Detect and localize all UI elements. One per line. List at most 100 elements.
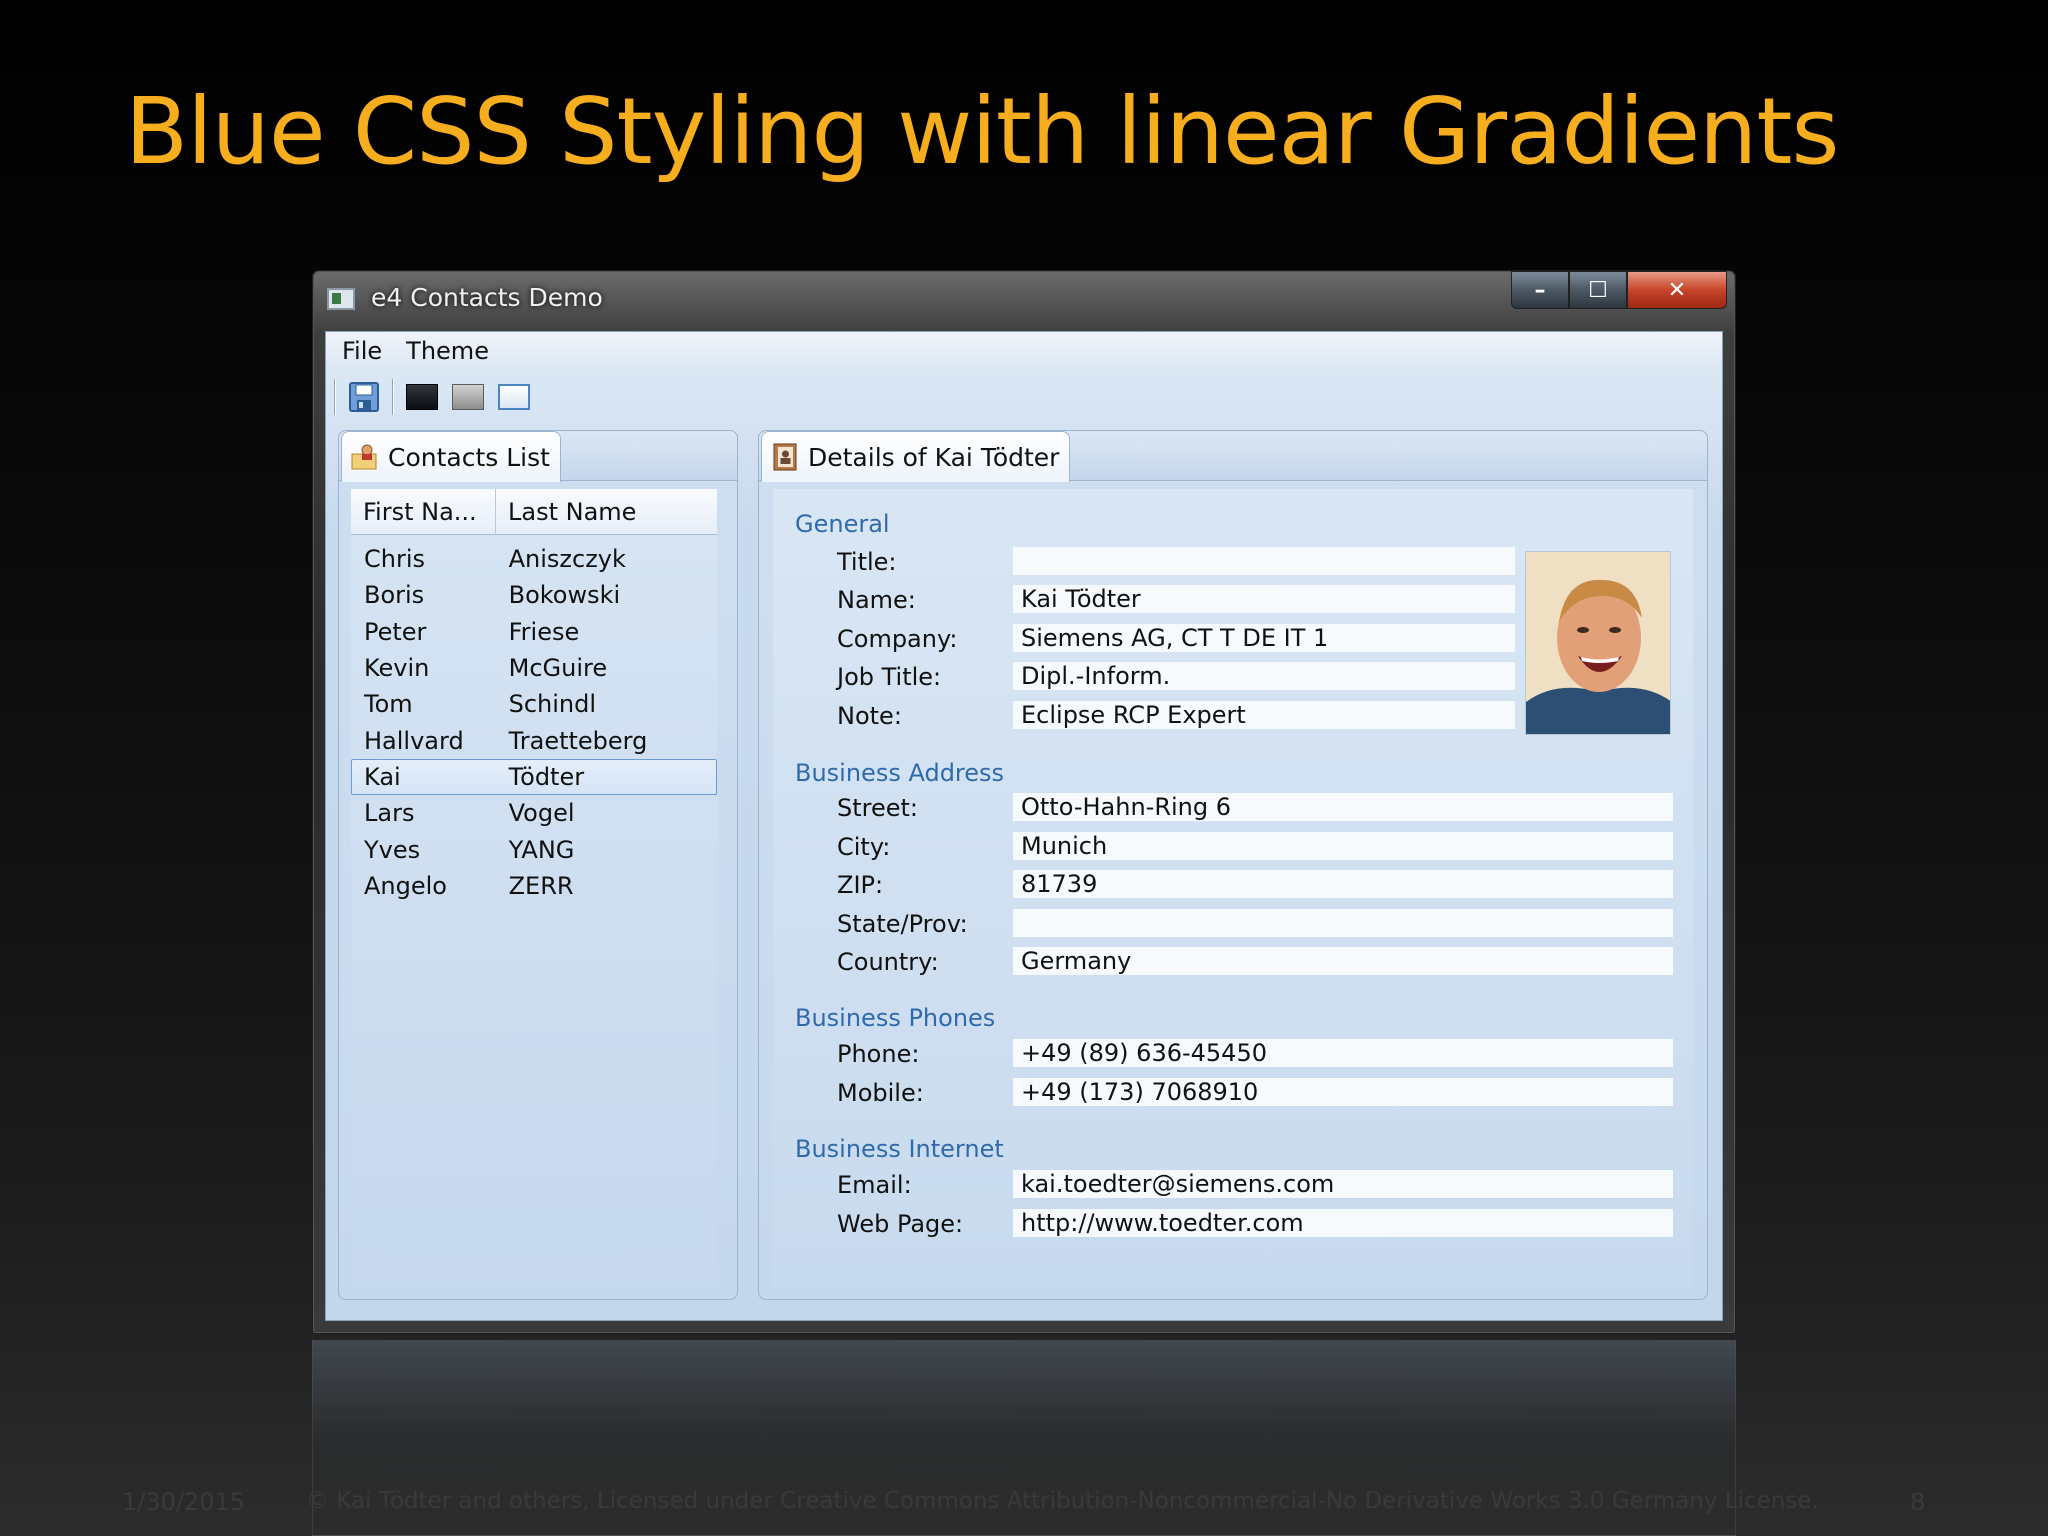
cell-first-name: Angelo <box>364 871 447 900</box>
zip-field[interactable]: 81739 <box>1013 870 1673 898</box>
table-row[interactable]: Chris Aniszczyk <box>351 541 717 577</box>
table-row[interactable]: Lars Vogel <box>351 795 717 831</box>
country-field[interactable]: Germany <box>1013 947 1673 975</box>
address-book-icon <box>770 442 800 472</box>
state-field[interactable] <box>1013 909 1673 937</box>
blue-theme-icon[interactable] <box>496 380 532 414</box>
web-page-field[interactable]: http://www.toedter.com <box>1013 1209 1673 1237</box>
cell-first-name: Kai <box>364 762 401 791</box>
mobile-field[interactable]: +49 (173) 7068910 <box>1013 1078 1673 1106</box>
label-company: Company: <box>837 625 958 653</box>
label-web-page: Web Page: <box>837 1210 964 1238</box>
minimize-button[interactable]: – <box>1511 271 1569 309</box>
contact-photo <box>1525 551 1671 735</box>
tab-details-label: Details of Kai Tödter <box>808 442 1060 472</box>
toolbar <box>334 372 532 422</box>
phone-field[interactable]: +49 (89) 636-45450 <box>1013 1039 1673 1067</box>
window-controls: – ☐ ✕ <box>1511 271 1727 311</box>
title-bar[interactable]: e4 Contacts Demo – ☐ ✕ <box>313 271 1735 327</box>
company-field[interactable]: Siemens AG, CT T DE IT 1 <box>1013 624 1515 652</box>
maximize-button[interactable]: ☐ <box>1569 271 1627 309</box>
page-number: 8 <box>1910 1488 1926 1516</box>
cell-last-name: Bokowski <box>508 581 621 610</box>
cell-last-name: Aniszczyk <box>508 545 626 574</box>
table-row[interactable]: Yves YANG <box>351 831 717 867</box>
menu-theme[interactable]: Theme <box>394 337 501 365</box>
name-field[interactable]: Kai Tödter <box>1013 585 1515 613</box>
table-row[interactable]: Kevin McGuire <box>351 650 717 686</box>
cell-last-name: Schindl <box>508 690 597 719</box>
menu-bar: File Theme <box>326 332 1722 370</box>
table-body: Chris Aniszczyk Boris Bokowski Peter Friese… <box>351 535 717 904</box>
label-title: Title: <box>837 548 897 576</box>
footer-date: 1/30/2015 <box>122 1488 246 1516</box>
details-tabstrip: Details of Kai Tödter <box>759 431 1707 482</box>
cell-last-name: Vogel <box>508 799 575 828</box>
app-window: e4 Contacts Demo – ☐ ✕ File Theme Contac… <box>312 270 1736 1334</box>
tab-contacts-list[interactable]: Contacts List <box>341 431 561 482</box>
cell-last-name: YANG <box>508 835 575 864</box>
section-business-address: Business Address <box>795 759 1005 787</box>
label-name: Name: <box>837 586 916 614</box>
label-email: Email: <box>837 1171 912 1199</box>
column-header-first-name[interactable]: First Na... <box>351 489 496 534</box>
label-job-title: Job Title: <box>837 663 942 691</box>
cell-first-name: Hallvard <box>364 726 464 755</box>
table-row[interactable]: Boris Bokowski <box>351 577 717 613</box>
section-business-internet: Business Internet <box>795 1135 1004 1163</box>
table-row[interactable]: Angelo ZERR <box>351 868 717 904</box>
table-row[interactable]: Peter Friese <box>351 614 717 650</box>
close-button[interactable]: ✕ <box>1627 271 1727 309</box>
label-state: State/Prov: <box>837 910 968 938</box>
section-business-phones: Business Phones <box>795 1004 996 1032</box>
table-row-selected[interactable]: Kai Tödter <box>351 758 717 796</box>
window-title: e4 Contacts Demo <box>371 283 603 312</box>
client-area: File Theme Contacts List First Na... Las… <box>325 331 1723 1321</box>
details-form: General Title: Name: Kai Tödter Company:… <box>773 489 1693 1289</box>
table-header: First Na... Last Name <box>351 489 717 535</box>
tab-details[interactable]: Details of Kai Tödter <box>761 431 1071 482</box>
cell-first-name: Chris <box>364 545 426 574</box>
menu-file[interactable]: File <box>330 337 394 365</box>
table-row[interactable]: Hallvard Traetteberg <box>351 722 717 758</box>
contacts-tabstrip: Contacts List <box>339 431 737 482</box>
label-street: Street: <box>837 794 919 822</box>
dark-theme-icon[interactable] <box>404 380 440 414</box>
city-field[interactable]: Munich <box>1013 832 1673 860</box>
label-zip: ZIP: <box>837 871 884 899</box>
footer-license: © Kai Tödter and others, Licensed under … <box>306 1488 1819 1514</box>
email-field[interactable]: kai.toedter@siemens.com <box>1013 1170 1673 1198</box>
label-note: Note: <box>837 702 902 730</box>
contacts-table: First Na... Last Name Chris Aniszczyk Bor… <box>351 489 717 1289</box>
cell-first-name: Kevin <box>364 654 430 683</box>
toolbar-separator <box>334 379 336 415</box>
cell-last-name: Friese <box>508 617 580 646</box>
label-mobile: Mobile: <box>837 1079 924 1107</box>
cell-first-name: Peter <box>364 617 427 646</box>
title-field[interactable] <box>1013 547 1515 575</box>
cell-last-name: Traetteberg <box>508 726 648 755</box>
cell-last-name: McGuire <box>508 654 608 683</box>
job-title-field[interactable]: Dipl.-Inform. <box>1013 662 1515 690</box>
contacts-panel: Contacts List First Na... Last Name Chri… <box>338 430 738 1300</box>
toolbar-separator <box>392 379 394 415</box>
cell-first-name: Tom <box>364 690 413 719</box>
slide-title: Blue CSS Styling with linear Gradients <box>125 78 1839 185</box>
label-phone: Phone: <box>837 1040 920 1068</box>
cell-first-name: Lars <box>364 799 415 828</box>
cell-first-name: Boris <box>364 581 425 610</box>
table-row[interactable]: Tom Schindl <box>351 686 717 722</box>
save-icon[interactable] <box>346 380 382 414</box>
note-field[interactable]: Eclipse RCP Expert <box>1013 701 1515 729</box>
details-panel: Details of Kai Tödter General Title: Nam… <box>758 430 1708 1300</box>
column-header-last-name[interactable]: Last Name <box>496 498 716 526</box>
gray-theme-icon[interactable] <box>450 380 486 414</box>
section-general: General <box>795 510 890 538</box>
street-field[interactable]: Otto-Hahn-Ring 6 <box>1013 793 1673 821</box>
label-city: City: <box>837 833 891 861</box>
app-icon <box>327 288 355 310</box>
cell-last-name: Tödter <box>508 762 585 791</box>
tab-contacts-list-label: Contacts List <box>388 442 550 472</box>
contacts-icon <box>350 442 380 472</box>
cell-last-name: ZERR <box>508 871 574 900</box>
